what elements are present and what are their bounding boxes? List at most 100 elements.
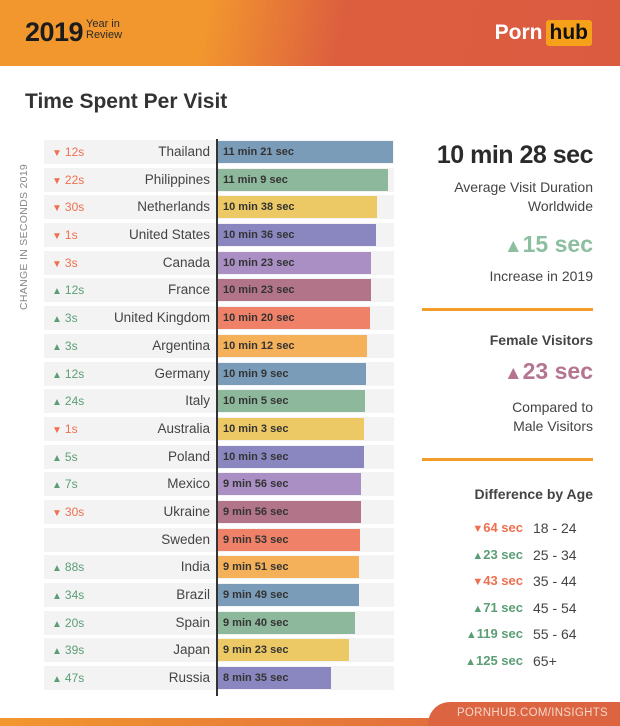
bar: 11 min 21 sec (217, 141, 393, 163)
bar: 10 min 12 sec (217, 334, 368, 357)
insights-link[interactable]: PORNHUB.COM/INSIGHTS (457, 707, 608, 719)
female-value-text: 23 sec (522, 358, 593, 384)
chart-row: Sweden 9 min 53 sec (44, 527, 394, 552)
bar-value-label: 9 min 53 sec (223, 533, 289, 546)
age-change-value: ▲71 sec (472, 600, 523, 615)
chart-row: ▼ 22s Philippines 11 min 9 sec (44, 167, 394, 192)
change-label: ▲ 12s (52, 283, 84, 297)
bar-value-label: 10 min 23 sec (223, 284, 295, 297)
country-label: Italy (185, 393, 210, 409)
up-triangle-icon: ▲ (52, 591, 62, 602)
age-change-value: ▲23 sec (472, 547, 523, 562)
down-triangle-icon: ▼ (472, 523, 484, 535)
age-range-label: 25 - 34 (533, 546, 577, 563)
change-value: 30s (64, 200, 85, 215)
country-label: Netherlands (137, 199, 210, 215)
up-triangle-icon: ▲ (52, 314, 62, 326)
increase-text: 15 sec (522, 231, 593, 257)
age-change-text: 64 sec (483, 520, 523, 535)
country-label: United States (128, 227, 210, 243)
country-label: Argentina (152, 337, 210, 353)
country-label: Poland (167, 448, 210, 464)
change-label: ▲ 34s (52, 588, 84, 602)
up-triangle-icon: ▲ (52, 563, 62, 575)
up-triangle-icon: ▲ (52, 341, 62, 353)
up-triangle-icon: ▲ (472, 602, 484, 615)
country-label: Sweden (161, 531, 210, 547)
chart-row: ▼ 30s Ukraine 9 min 56 sec (44, 499, 394, 524)
change-value: 30s (64, 504, 85, 519)
axis-line (216, 139, 218, 696)
bar: 9 min 53 sec (217, 528, 361, 551)
change-label: ▼ 1s (52, 422, 78, 436)
change-label: ▲ 12s (52, 367, 84, 381)
increase-value: ▲15 sec (405, 231, 593, 258)
header-year: 2019 (25, 17, 84, 47)
page-title: Time Spent Per Visit (25, 90, 228, 113)
change-value: 7s (64, 477, 78, 492)
up-triangle-icon: ▲ (465, 655, 476, 668)
bar-value-label: 10 min 38 sec (223, 201, 295, 214)
chart-row: ▲ 12s France 10 min 23 sec (44, 278, 394, 303)
up-triangle-icon: ▲ (52, 397, 62, 409)
bar-value-label: 9 min 56 sec (223, 478, 289, 491)
age-row: ▲71 sec 45 - 54 (405, 600, 595, 627)
change-value: 5s (64, 449, 78, 464)
average-duration-desc: Average Visit Duration Worldwide (405, 178, 593, 216)
country-label: India (180, 559, 210, 575)
average-duration-value: 10 min 28 sec (436, 141, 594, 169)
up-triangle-icon: ▲ (465, 629, 477, 641)
change-label: ▼ 30s (52, 505, 84, 519)
change-label: ▲ 88s (52, 560, 84, 574)
bar-value-label: 9 min 23 sec (223, 644, 289, 657)
bar: 9 min 49 sec (217, 584, 359, 606)
up-triangle-icon: ▲ (52, 674, 62, 686)
chart-row: ▲ 88s India 9 min 51 sec (44, 555, 394, 580)
logo-text-part2: hub (545, 20, 592, 46)
change-value: 39s (64, 643, 85, 658)
divider (422, 308, 593, 311)
bar-value-label: 9 min 51 sec (223, 561, 289, 574)
bar: 10 min 9 sec (217, 362, 367, 385)
country-label: Brazil (176, 587, 210, 602)
age-row: ▼64 sec 18 - 24 (405, 520, 595, 547)
female-visitors-title: Female Visitors (489, 332, 593, 348)
country-label: Ukraine (163, 503, 210, 519)
chart-row: ▲ 20s Spain 9 min 40 sec (44, 610, 394, 635)
change-label: ▼ 22s (52, 173, 84, 187)
down-triangle-icon: ▼ (52, 148, 62, 159)
change-label: ▼ 30s (52, 200, 84, 214)
down-triangle-icon: ▼ (52, 231, 62, 243)
bar: 10 min 3 sec (217, 417, 364, 440)
age-row: ▲125 sec 65+ (405, 653, 595, 680)
country-label: Mexico (167, 476, 210, 492)
age-row: ▲23 sec 25 - 34 (405, 547, 595, 574)
female-visitors-value: ▲23 sec (405, 358, 593, 385)
change-label: ▲ 3s (52, 339, 78, 353)
bar: 10 min 5 sec (217, 390, 365, 413)
bar-value-label: 11 min 21 sec (223, 146, 294, 158)
country-label: Japan (173, 642, 210, 658)
bar: 10 min 38 sec (217, 196, 377, 219)
change-label: ▲ 5s (52, 450, 78, 464)
change-label: ▲ 24s (52, 394, 84, 408)
divider (422, 458, 593, 461)
up-triangle-icon: ▲ (52, 369, 62, 381)
change-value: 12s (64, 366, 85, 381)
chart-row: ▲ 3s United Kingdom 10 min 20 sec (44, 306, 394, 331)
female-desc-line1: Compared to (512, 399, 593, 415)
country-label: Canada (162, 254, 210, 270)
chart-row: ▲ 34s Brazil 9 min 49 sec (44, 583, 394, 607)
country-label: Australia (157, 420, 210, 436)
bar: 10 min 23 sec (217, 251, 372, 274)
age-range-label: 55 - 64 (533, 626, 577, 642)
age-change-value: ▲119 sec (466, 626, 523, 641)
chart-row: ▼ 1s Australia 10 min 3 sec (44, 416, 394, 441)
bar: 9 min 56 sec (217, 473, 362, 496)
female-desc-line2: Male Visitors (513, 418, 593, 434)
header-subtitle-line2: Review (86, 29, 123, 41)
age-row: ▼43 sec 35 - 44 (405, 573, 595, 600)
change-value: 88s (64, 560, 85, 575)
y-axis-label: CHANGE IN SECONDS 2019 (18, 163, 30, 310)
change-value: 12s (64, 145, 85, 159)
